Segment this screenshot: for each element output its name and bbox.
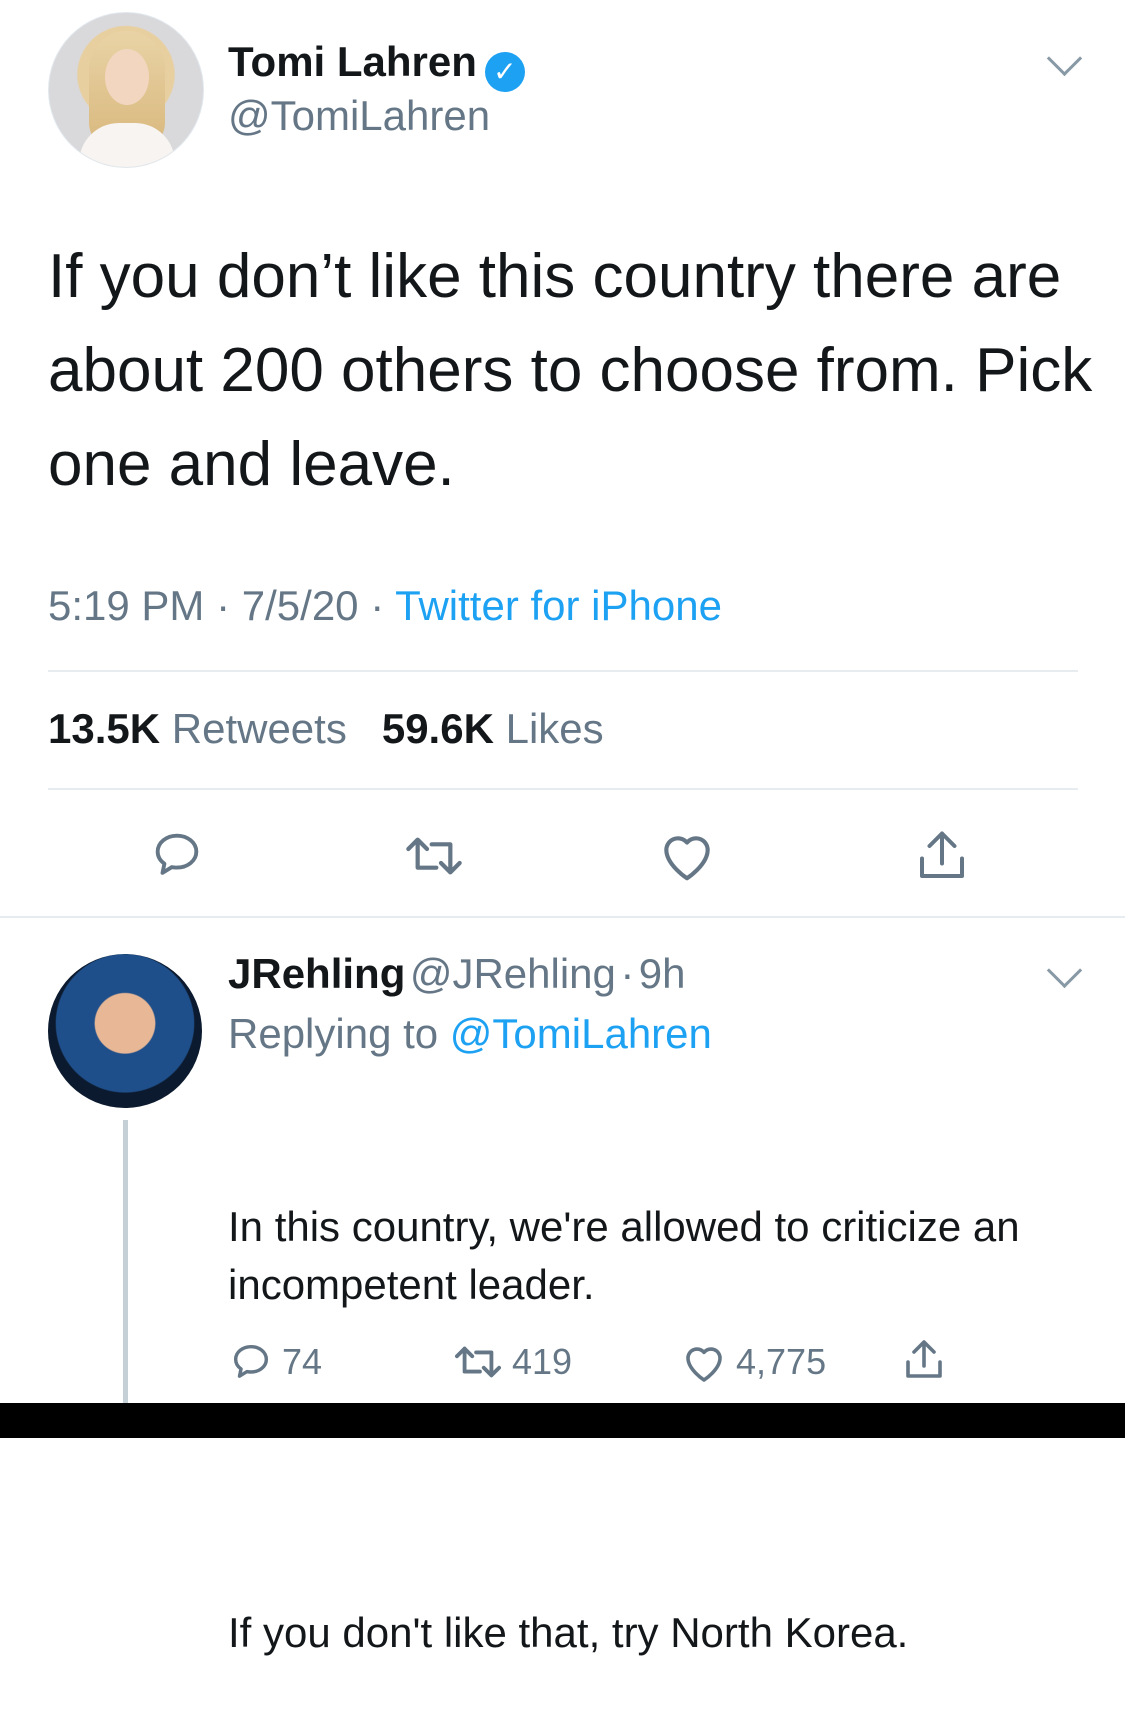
- likes-stat[interactable]: 59.6K Likes: [382, 705, 604, 752]
- reply-text: In this country, we're allowed to critic…: [228, 1082, 1088, 1720]
- reply-icon: [233, 1344, 269, 1378]
- meta-separator: ·: [370, 582, 385, 629]
- author-name[interactable]: Tomi Lahren: [228, 38, 477, 85]
- retweet-count: 419: [512, 1341, 573, 1382]
- bottom-black-bar: [0, 1403, 1125, 1438]
- like-count: 4,775: [736, 1341, 827, 1382]
- retweet-icon[interactable]: [400, 828, 468, 884]
- likes-count: 59.6K: [381, 705, 494, 752]
- reply-author-name[interactable]: JRehling: [228, 950, 405, 997]
- tweet-stats: 13.5K Retweets 59.6K Likes: [48, 705, 604, 753]
- reply-icon[interactable]: [148, 826, 206, 884]
- meta-separator: ·: [216, 582, 231, 629]
- likes-label: Likes: [505, 705, 604, 752]
- tweet-meta: 5:19 PM · 7/5/20 · Twitter for iPhone: [48, 582, 722, 630]
- reply-author-avatar[interactable]: [48, 954, 202, 1108]
- reply-header: JRehling @JRehling · 9h: [228, 950, 686, 998]
- reply-separator: ·: [620, 950, 635, 997]
- reply-count: 74: [282, 1341, 323, 1382]
- share-icon[interactable]: [912, 826, 972, 886]
- tweet-text: If you don’t like this country there are…: [48, 242, 1093, 499]
- retweets-count: 13.5K: [48, 705, 161, 752]
- like-icon: [686, 1347, 722, 1382]
- avatar-face: [105, 49, 149, 105]
- divider: [48, 788, 1078, 790]
- reply-action-retweet[interactable]: 419: [450, 1336, 572, 1388]
- author-name-row[interactable]: Tomi Lahren ✓: [228, 38, 525, 92]
- thread-line: [123, 1120, 128, 1405]
- retweet-icon: [455, 1346, 502, 1378]
- share-icon[interactable]: [900, 1336, 948, 1384]
- tweet-separator: [0, 916, 1125, 918]
- retweets-stat[interactable]: 13.5K Retweets: [48, 705, 347, 752]
- chevron-down-icon[interactable]: [1046, 952, 1083, 989]
- reply-action-like[interactable]: 4,775: [680, 1336, 826, 1388]
- reply-text-line2: If you don't like that, try North Korea.: [228, 1609, 909, 1656]
- tweet-date: 7/5/20: [241, 582, 359, 629]
- author-avatar[interactable]: [48, 12, 204, 168]
- verified-badge-icon: ✓: [484, 51, 525, 92]
- divider: [48, 670, 1078, 672]
- replying-to: Replying to @TomiLahren: [228, 1010, 712, 1058]
- tweet-time: 5:19 PM: [48, 582, 205, 629]
- replying-prefix: Replying to: [228, 1010, 439, 1057]
- reply-time: 9h: [638, 950, 686, 997]
- reply-author-handle[interactable]: @JRehling: [410, 950, 616, 997]
- like-icon[interactable]: [656, 826, 718, 884]
- reply-action-reply[interactable]: 74: [228, 1336, 322, 1388]
- author-handle[interactable]: @TomiLahren: [228, 92, 490, 140]
- replying-mention-link[interactable]: @TomiLahren: [450, 1010, 712, 1057]
- chevron-down-icon[interactable]: [1046, 40, 1083, 77]
- retweets-label: Retweets: [171, 705, 347, 752]
- tweet-source-link[interactable]: Twitter for iPhone: [395, 582, 722, 629]
- reply-text-line1: In this country, we're allowed to critic…: [228, 1203, 1032, 1308]
